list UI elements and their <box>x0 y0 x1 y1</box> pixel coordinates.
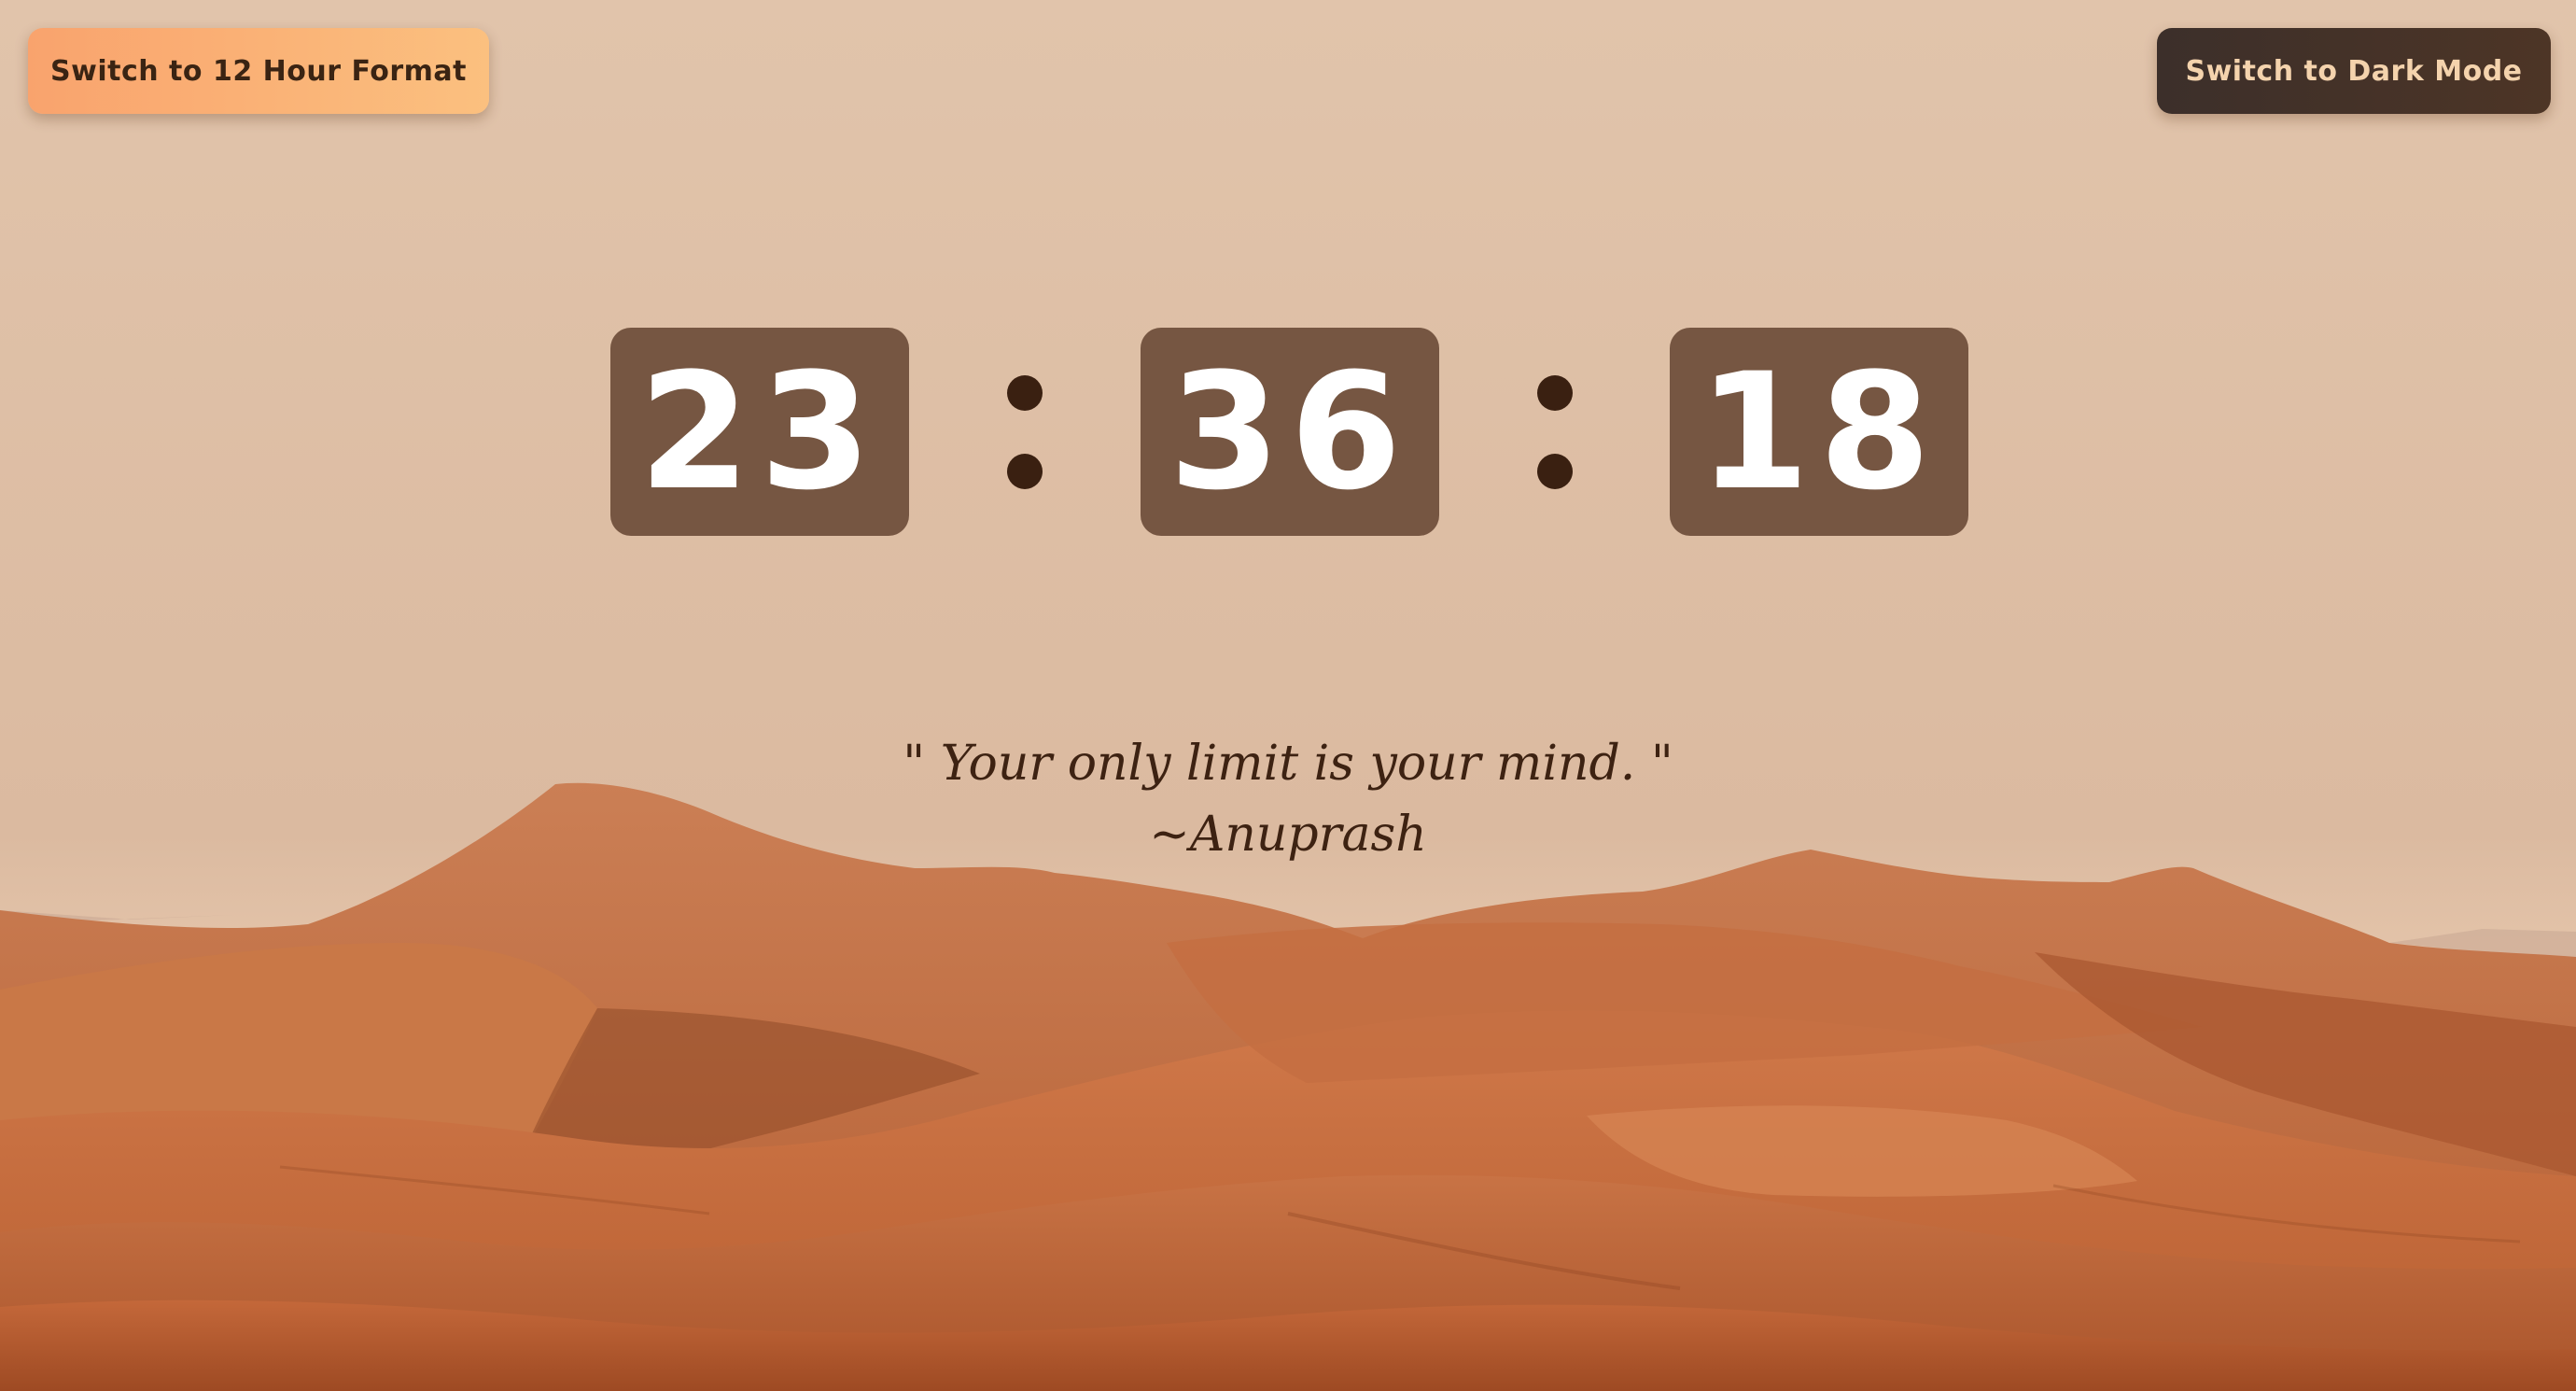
switch-12-hour-format-button[interactable]: Switch to 12 Hour Format <box>28 28 489 114</box>
colon-dot <box>1537 374 1573 411</box>
colon-separator <box>987 328 1062 536</box>
switch-dark-mode-button[interactable]: Switch to Dark Mode <box>2157 28 2551 114</box>
seconds-display: 18 <box>1670 328 1968 536</box>
minutes-display: 36 <box>1141 328 1439 536</box>
quote-author: ~Anuprash <box>1149 807 1427 863</box>
colon-dot <box>1537 453 1573 489</box>
hours-display: 23 <box>610 328 909 536</box>
desert-background <box>0 0 2576 1391</box>
digital-clock: 23 36 18 <box>610 328 1968 536</box>
colon-separator <box>1518 328 1592 536</box>
colon-dot <box>1007 453 1043 489</box>
colon-dot <box>1007 374 1043 411</box>
quote-block: " Your only limit is your mind. " ~Anupr… <box>728 728 1848 870</box>
quote-text: " Your only limit is your mind. " <box>903 736 1673 792</box>
